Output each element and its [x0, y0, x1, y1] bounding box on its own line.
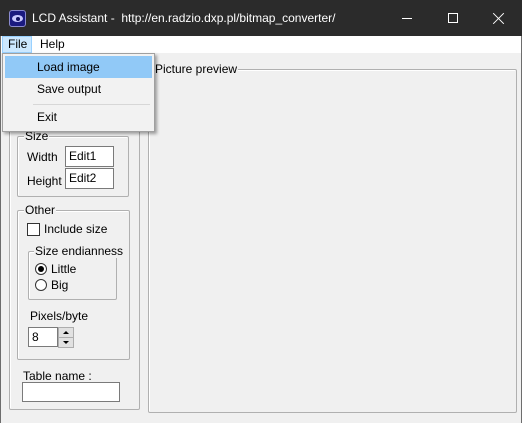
- big-radio[interactable]: [35, 279, 47, 291]
- little-radio[interactable]: [35, 263, 47, 275]
- include-size-checkbox[interactable]: [27, 223, 40, 236]
- close-button[interactable]: [476, 0, 522, 36]
- menu-bar: File Help: [0, 36, 522, 53]
- little-label[interactable]: Little: [51, 262, 76, 276]
- arrow-down-icon: [63, 341, 69, 344]
- picture-preview-group: Picture preview: [148, 63, 517, 413]
- arrow-up-icon: [63, 331, 69, 334]
- width-field[interactable]: Edit1: [65, 146, 114, 167]
- endianness-group-label: Size endianness: [34, 244, 125, 258]
- little-radio-dot: [38, 266, 44, 272]
- maximize-icon: [448, 13, 458, 23]
- height-field[interactable]: Edit2: [65, 168, 114, 189]
- table-name-field[interactable]: [22, 382, 120, 402]
- pixels-per-byte-label: Pixels/byte: [30, 309, 89, 323]
- maximize-button[interactable]: [430, 0, 476, 36]
- height-label: Height: [27, 174, 62, 188]
- close-icon: [493, 12, 505, 24]
- window-border-left: [0, 36, 1, 423]
- minimize-button[interactable]: [384, 0, 430, 36]
- table-name-label: Table name :: [23, 369, 92, 383]
- menu-item-exit[interactable]: Exit: [5, 106, 152, 128]
- include-size-label[interactable]: Include size: [44, 222, 107, 236]
- spin-down-button[interactable]: [58, 337, 74, 348]
- lcd-eye-icon[interactable]: [9, 10, 26, 27]
- file-dropdown-menu: Load image Save output Exit: [2, 53, 155, 132]
- minimize-icon: [402, 17, 412, 19]
- menu-help[interactable]: Help: [34, 36, 71, 53]
- menu-item-save-output[interactable]: Save output: [5, 78, 152, 100]
- big-label[interactable]: Big: [51, 278, 68, 292]
- pixels-per-byte-field[interactable]: 8: [28, 327, 58, 347]
- window-title: LCD Assistant - http://en.radzio.dxp.pl/…: [32, 11, 336, 25]
- width-label: Width: [27, 150, 58, 164]
- menu-separator: [33, 104, 150, 105]
- menu-item-load-image[interactable]: Load image: [5, 56, 152, 78]
- other-group-label: Other: [24, 203, 57, 217]
- title-bar[interactable]: LCD Assistant - http://en.radzio.dxp.pl/…: [0, 0, 522, 36]
- picture-preview-label: Picture preview: [154, 62, 239, 76]
- menu-file[interactable]: File: [2, 36, 32, 53]
